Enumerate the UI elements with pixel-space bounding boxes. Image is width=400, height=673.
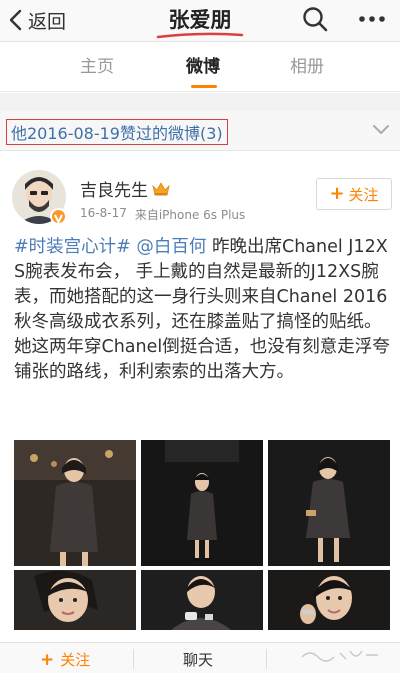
author-name[interactable]: 吉良先生 bbox=[80, 176, 148, 201]
divider bbox=[266, 649, 267, 669]
title-annotation-underline bbox=[156, 32, 244, 39]
follow-label: 关注 bbox=[348, 185, 379, 204]
filter-annotation-box: 他2016-08-19赞过的微博(3) bbox=[6, 119, 228, 145]
tab-album[interactable]: 相册 bbox=[290, 52, 324, 77]
post-meta: 16-8-17 来自iPhone 6s Plus bbox=[80, 206, 245, 223]
bottom-follow-button[interactable]: + 关注 bbox=[40, 649, 90, 670]
post-photo[interactable] bbox=[141, 570, 263, 630]
mention-link[interactable]: @白百何 bbox=[136, 237, 206, 257]
plus-icon: + bbox=[329, 183, 345, 204]
post-photo[interactable] bbox=[268, 440, 390, 566]
plus-icon: + bbox=[40, 649, 55, 670]
search-icon[interactable] bbox=[300, 4, 330, 34]
top-nav-bar: 返回 张爱朋 bbox=[0, 0, 400, 42]
tab-weibo[interactable]: 微博 bbox=[186, 52, 220, 77]
tab-home[interactable]: 主页 bbox=[80, 52, 114, 77]
weibo-post: 吉良先生 16-8-17 来自iPhone 6s Plus + 关注 #时装宫心… bbox=[0, 152, 400, 642]
page-title: 张爱朋 bbox=[168, 8, 232, 32]
divider bbox=[133, 649, 134, 669]
post-date: 16-8-17 bbox=[80, 206, 127, 220]
bottom-action-bar: + 关注 聊天 bbox=[0, 642, 400, 673]
crown-icon bbox=[152, 181, 170, 195]
verified-badge-icon bbox=[50, 208, 67, 225]
profile-tabs: 主页 微博 相册 bbox=[0, 42, 400, 92]
watermark bbox=[300, 647, 380, 666]
post-photo[interactable] bbox=[268, 570, 390, 630]
active-tab-indicator bbox=[191, 85, 217, 88]
section-gap bbox=[0, 93, 400, 111]
post-photo[interactable] bbox=[14, 440, 136, 566]
post-body: 昨晚出席Chanel J12XS腕表发布会， 手上戴的自然是最新的J12XS腕表… bbox=[14, 237, 390, 382]
post-source: 来自iPhone 6s Plus bbox=[134, 208, 246, 222]
author-row: 吉良先生 bbox=[80, 176, 170, 201]
hashtag-link[interactable]: #时装宫心计# bbox=[14, 237, 131, 257]
more-icon[interactable] bbox=[355, 4, 389, 34]
follow-button[interactable]: + 关注 bbox=[316, 178, 392, 210]
chat-label: 聊天 bbox=[183, 651, 214, 669]
filter-label: 他2016-08-19赞过的微博(3) bbox=[11, 124, 223, 143]
bottom-follow-label: 关注 bbox=[60, 651, 91, 669]
chevron-down-icon[interactable] bbox=[372, 123, 390, 137]
filter-bar[interactable]: 他2016-08-19赞过的微博(3) bbox=[0, 111, 400, 151]
chat-button[interactable]: 聊天 bbox=[183, 649, 213, 670]
post-photo[interactable] bbox=[141, 440, 263, 566]
post-photo[interactable] bbox=[14, 570, 136, 630]
post-text: #时装宫心计# @白百何 昨晚出席Chanel J12XS腕表发布会， 手上戴的… bbox=[14, 235, 390, 385]
